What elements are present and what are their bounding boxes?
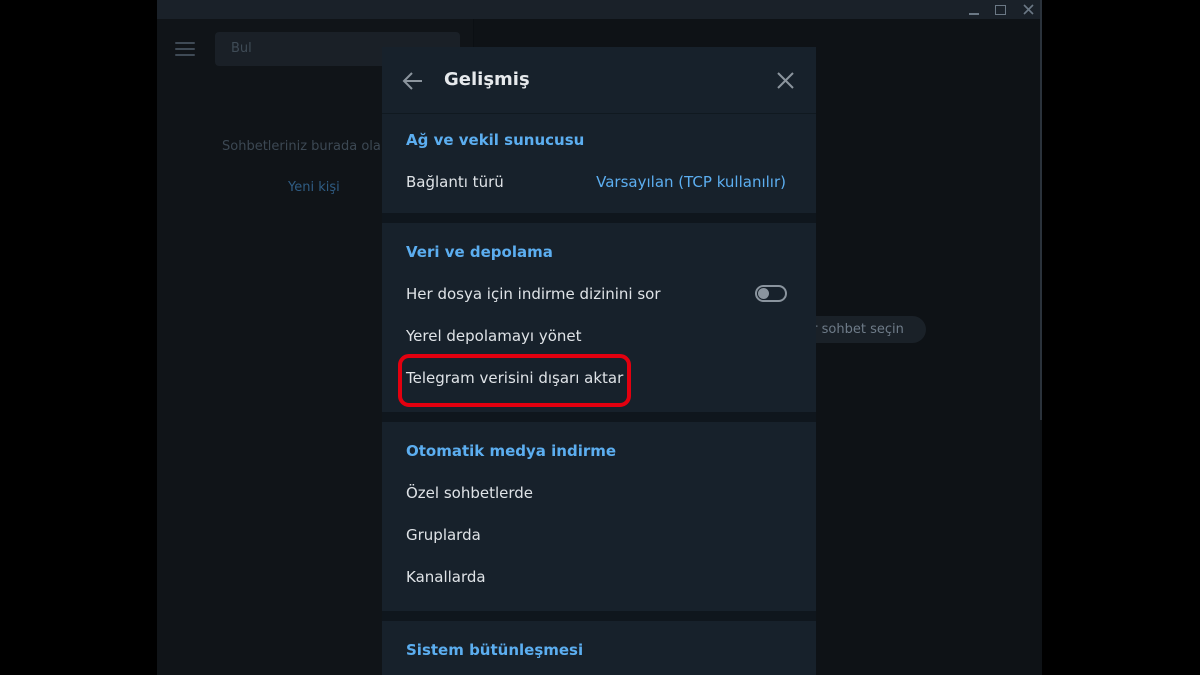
private-chats-row[interactable]: Özel sohbetlerde [406, 484, 533, 502]
section-title-auto-download: Otomatik medya indirme [406, 442, 617, 460]
window-close-button[interactable] [1015, 0, 1041, 19]
section-title-network: Ağ ve vekil sunucusu [406, 131, 585, 149]
connection-type-value[interactable]: Varsayılan (TCP kullanılır) [596, 173, 786, 191]
maximize-button[interactable] [987, 0, 1013, 19]
close-icon[interactable] [776, 71, 795, 90]
dialog-title: Gelişmiş [444, 69, 530, 90]
toggle-knob [758, 288, 769, 299]
maximize-icon [994, 4, 1006, 15]
section-gap [382, 213, 816, 223]
section-gap [382, 611, 816, 621]
minimize-button[interactable] [961, 0, 987, 19]
channels-row[interactable]: Kanallarda [406, 568, 486, 586]
new-contact-link[interactable]: Yeni kişi [288, 180, 340, 195]
advanced-settings-dialog: Gelişmiş Ağ ve vekil sunucusu Bağlantı t… [382, 47, 816, 675]
export-telegram-data-row[interactable]: Telegram verisini dışarı aktar [406, 369, 623, 387]
groups-row[interactable]: Gruplarda [406, 526, 481, 544]
title-bar [157, 0, 1042, 19]
minimize-icon [969, 12, 979, 15]
hamburger-menu-icon[interactable] [175, 42, 195, 56]
ask-download-path-toggle[interactable] [755, 285, 787, 302]
window-close-icon [1022, 4, 1034, 15]
manage-local-storage-row[interactable]: Yerel depolamayı yönet [406, 327, 582, 345]
empty-chats-text: Sohbetleriniz burada ola [222, 139, 381, 154]
connection-type-row[interactable]: Bağlantı türü [406, 173, 504, 191]
window-edge [1040, 0, 1042, 420]
dialog-header: Gelişmiş [382, 47, 816, 114]
ask-download-path-row[interactable]: Her dosya için indirme dizinini sor [406, 285, 661, 303]
section-gap [382, 412, 816, 422]
section-title-system-integration: Sistem bütünleşmesi [406, 641, 584, 659]
section-title-data-storage: Veri ve depolama [406, 243, 553, 261]
arrow-left-icon[interactable] [402, 70, 424, 92]
